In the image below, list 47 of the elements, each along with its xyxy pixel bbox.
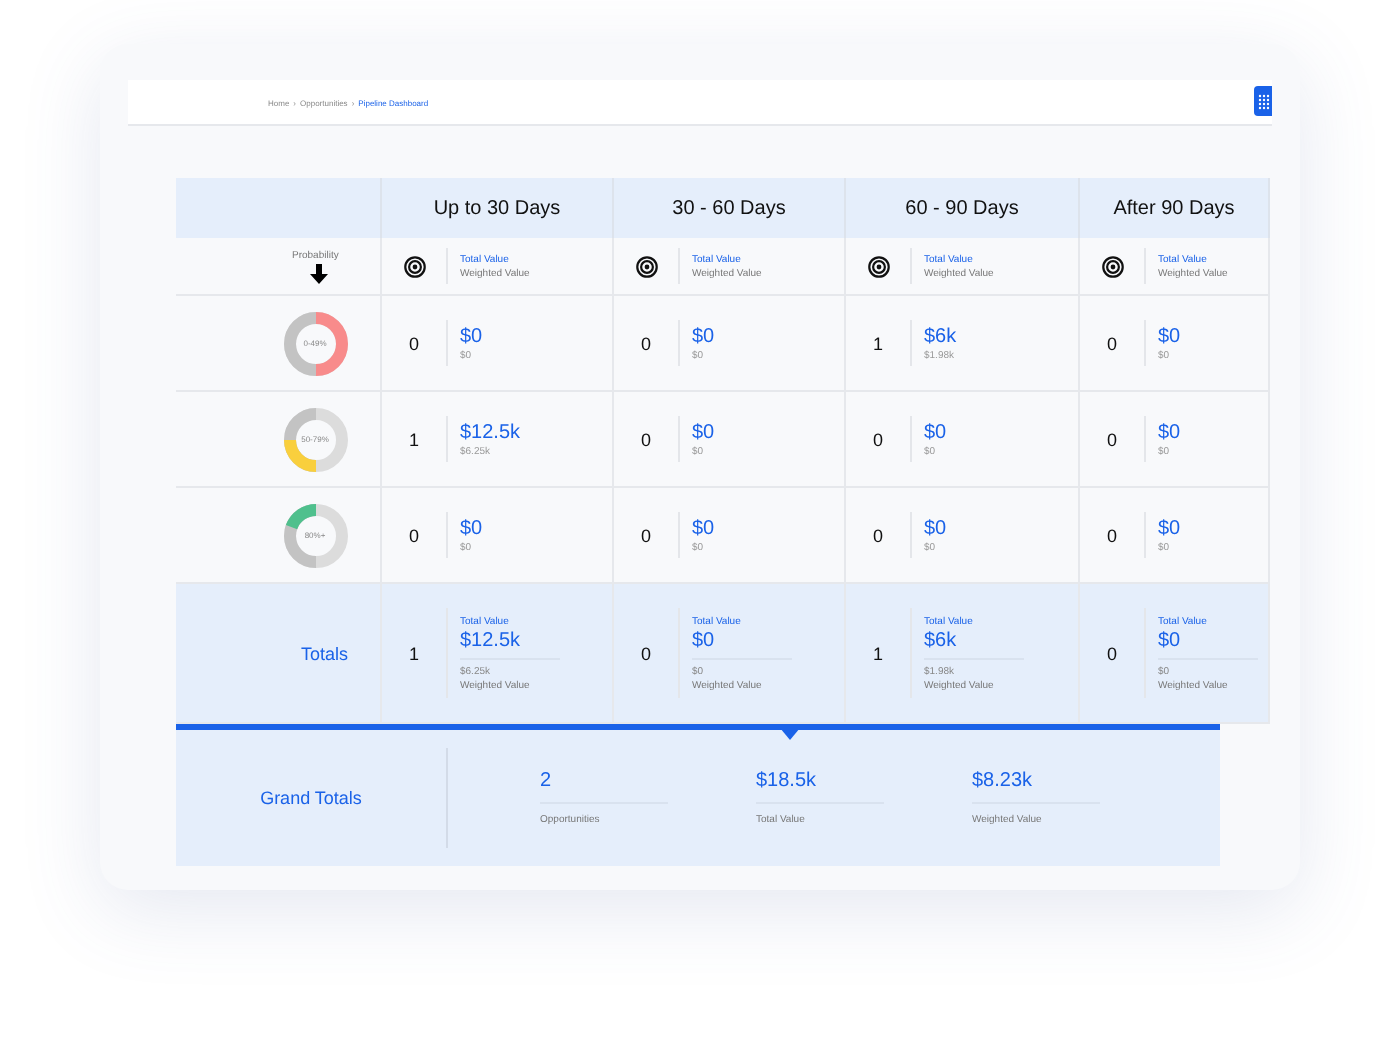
opportunity-count: 0	[1104, 643, 1119, 663]
total-value: $0	[924, 517, 947, 539]
opportunity-count: 0	[870, 525, 885, 545]
total-value: $0	[460, 325, 483, 347]
grand-total-value: $18.5k	[756, 770, 819, 792]
opportunity-count: 0	[1104, 525, 1119, 545]
grand-total-value: 2	[540, 770, 554, 792]
totals-label: Totals	[300, 643, 348, 663]
total-value: $0	[1158, 517, 1181, 539]
opportunity-count: 0	[638, 429, 653, 449]
opportunity-count: 0	[870, 429, 885, 449]
total-value: $0	[460, 517, 483, 539]
target-icon	[1102, 255, 1124, 277]
total-value: $0	[692, 517, 715, 539]
total-value: $0	[692, 325, 715, 347]
column-header: 30 - 60 Days	[614, 178, 846, 238]
apps-grid-button[interactable]	[1254, 86, 1272, 116]
total-value: $12.5k	[460, 421, 521, 443]
grand-totals-label: Grand Totals	[258, 788, 364, 808]
total-value: $0	[692, 629, 717, 651]
opportunity-count: 1	[870, 643, 885, 663]
grand-total-value: $8.23k	[972, 770, 1035, 792]
opportunity-count: 0	[406, 333, 421, 353]
total-value: $0	[692, 421, 715, 443]
opportunity-count: 0	[1104, 333, 1119, 353]
total-value: $6k	[924, 325, 957, 347]
total-value: $0	[1158, 421, 1181, 443]
down-arrow-icon	[310, 263, 328, 283]
opportunity-count: 1	[870, 333, 885, 353]
opportunity-count: 0	[406, 525, 421, 545]
column-header: Up to 30 Days	[382, 178, 614, 238]
column-header: 60 - 90 Days	[846, 178, 1080, 238]
target-icon	[636, 255, 658, 277]
opportunity-count: 0	[638, 525, 653, 545]
opportunity-count: 0	[638, 643, 653, 663]
total-value: $12.5k	[460, 629, 523, 651]
opportunity-count: 0	[638, 333, 653, 353]
total-value: $0	[924, 421, 947, 443]
opportunity-count: 0	[1104, 429, 1119, 449]
opportunity-count: 1	[406, 429, 421, 449]
total-value: $6k	[924, 629, 959, 651]
total-value: $0	[1158, 325, 1181, 347]
target-icon	[868, 255, 890, 277]
column-header: After 90 Days	[1080, 178, 1270, 238]
target-icon	[404, 255, 426, 277]
opportunity-count: 1	[406, 643, 421, 663]
total-value: $0	[1158, 629, 1183, 651]
